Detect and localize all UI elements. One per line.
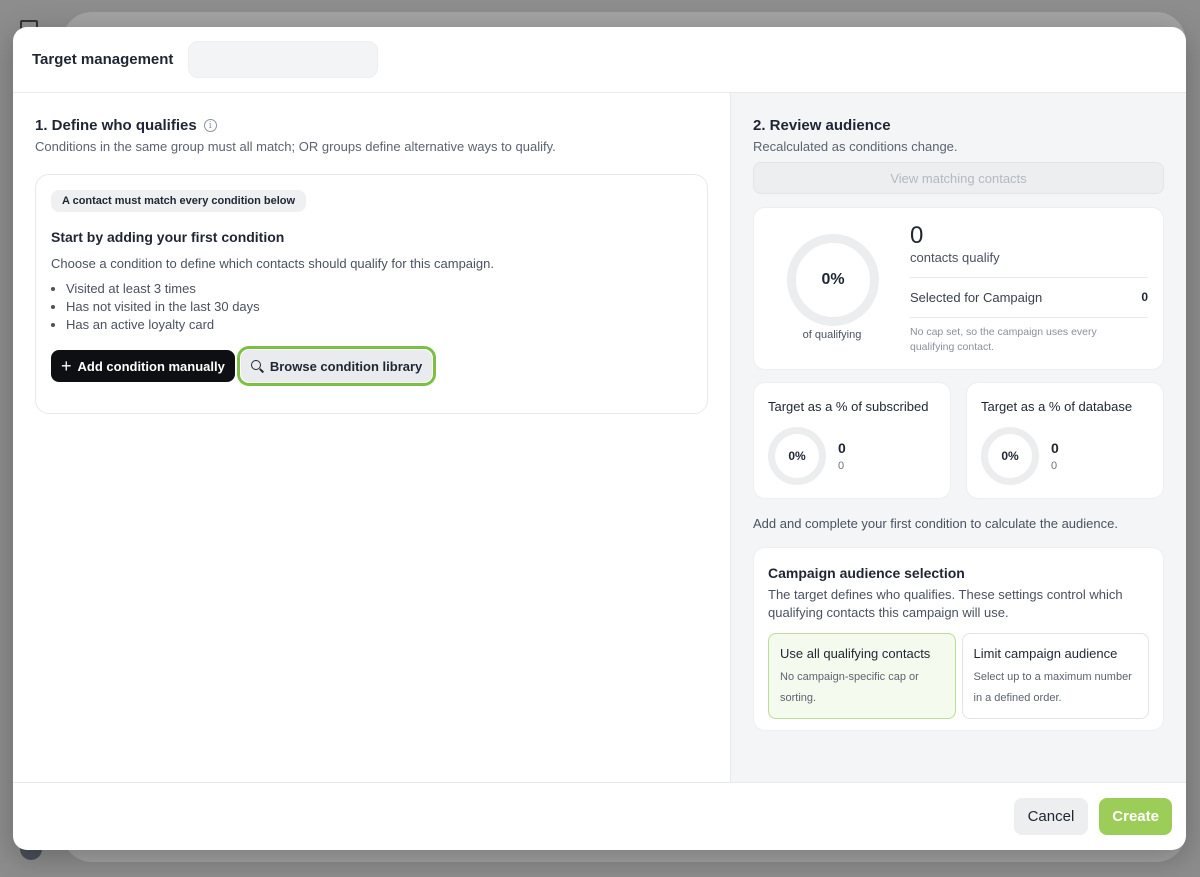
add-condition-button[interactable]: + Add condition manually: [51, 350, 235, 382]
browse-library-label: Browse condition library: [269, 358, 423, 374]
condition-actions: + Add condition manually Browse conditio…: [51, 346, 693, 386]
modal-header: Target management: [13, 27, 1186, 93]
info-icon[interactable]: i: [203, 119, 217, 132]
database-value: 0: [1051, 440, 1059, 456]
limit-audience-option[interactable]: Limit campaign audience Select up to a m…: [961, 633, 1149, 719]
subscribed-donut: 0%: [768, 427, 826, 485]
database-title: Target as a % of database: [981, 399, 1133, 414]
donut-caption: of qualifying: [802, 329, 862, 341]
audience-title: Campaign audience selection: [768, 565, 965, 581]
database-card: Target as a % of database 0% 0 0: [966, 382, 1164, 499]
audience-description: The target defines who qualifies. These …: [768, 587, 1123, 620]
cancel-button[interactable]: Cancel: [1013, 798, 1089, 835]
add-condition-label: Add condition manually: [77, 358, 225, 374]
empty-state-heading: Start by adding your first condition: [51, 229, 285, 245]
target-management-modal: Target management 1. Define who qualifie…: [13, 27, 1186, 850]
qualify-count: 0: [910, 222, 924, 249]
qualifying-donut: 0%: [787, 234, 879, 326]
modal-footer: Cancel Create: [13, 782, 1186, 850]
example-conditions-list: Visited at least 3 times Has not visited…: [51, 280, 693, 334]
selected-label: Selected for Campaign: [910, 290, 1043, 305]
use-all-option[interactable]: Use all qualifying contacts No campaign-…: [768, 633, 956, 719]
target-percent-row: Target as a % of subscribed 0% 0 0 Targe…: [753, 382, 1165, 499]
audience-selection-card: Campaign audience selection The target d…: [753, 547, 1164, 731]
modal-body: 1. Define who qualifies i Conditions in …: [13, 93, 1186, 782]
review-subtitle: Recalculated as conditions change.: [753, 139, 958, 154]
subscribed-title: Target as a % of subscribed: [768, 399, 929, 414]
list-item: Has not visited in the last 30 days: [66, 298, 693, 316]
selected-value: 0: [1141, 290, 1148, 304]
list-item: Has an active loyalty card: [66, 316, 693, 334]
search-icon: [250, 360, 263, 372]
view-matching-contacts-button[interactable]: View matching contacts: [753, 162, 1164, 194]
define-section: 1. Define who qualifies i Conditions in …: [13, 93, 731, 782]
option-description: No campaign-specific cap or sorting.: [780, 671, 919, 704]
define-title-text: 1. Define who qualifies: [35, 117, 197, 134]
subscribed-card: Target as a % of subscribed 0% 0 0: [753, 382, 951, 499]
empty-state-description: Choose a condition to define which conta…: [51, 256, 494, 271]
define-subtitle: Conditions in the same group must all ma…: [35, 139, 556, 154]
browse-library-button[interactable]: Browse condition library: [236, 346, 437, 386]
review-title: 2. Review audience: [753, 117, 891, 134]
review-section: 2. Review audience Recalculated as condi…: [731, 93, 1186, 782]
selected-row: Selected for Campaign 0: [910, 290, 1148, 305]
cap-note: No cap set, so the campaign uses every q…: [910, 326, 1097, 353]
condition-group-card: A contact must match every condition bel…: [35, 174, 708, 414]
target-name-field[interactable]: [188, 41, 379, 78]
subscribed-value: 0: [838, 440, 846, 456]
qualify-count-label: contacts qualify: [910, 250, 1000, 265]
database-donut: 0%: [981, 427, 1039, 485]
match-all-chip: A contact must match every condition bel…: [51, 190, 307, 212]
plus-icon: +: [61, 356, 72, 376]
qualify-summary-card: 0% of qualifying 0 contacts qualify Sele…: [753, 207, 1164, 370]
define-title: 1. Define who qualifies i: [35, 117, 708, 134]
option-title: Limit campaign audience: [973, 646, 1118, 661]
list-item: Visited at least 3 times: [66, 280, 693, 298]
divider: [910, 277, 1148, 278]
create-button[interactable]: Create: [1099, 798, 1172, 835]
database-sub: 0: [1051, 460, 1058, 472]
divider: [910, 317, 1148, 318]
audience-hint: Add and complete your first condition to…: [753, 516, 1118, 531]
option-description: Select up to a maximum number in a defin…: [973, 671, 1132, 704]
audience-options: Use all qualifying contacts No campaign-…: [768, 633, 1149, 719]
modal-title: Target management: [32, 51, 174, 68]
option-title: Use all qualifying contacts: [780, 646, 931, 661]
subscribed-sub: 0: [838, 460, 845, 472]
